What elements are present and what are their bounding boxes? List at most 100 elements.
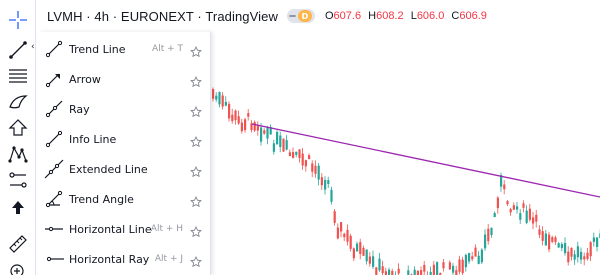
candle-body	[554, 237, 557, 243]
open-key: O	[324, 10, 334, 22]
trend-line-drawing[interactable]	[251, 123, 600, 198]
candle-body	[343, 233, 346, 238]
trend-line-icon	[9, 41, 27, 59]
candle-body	[474, 247, 477, 257]
favorite-star-icon[interactable]	[190, 133, 202, 148]
drawing-toolbar: ‹	[0, 0, 36, 275]
candle-body	[448, 262, 451, 270]
candle-body	[384, 271, 387, 275]
high-value: 608.2	[376, 10, 404, 22]
fib-tool-button[interactable]	[4, 62, 32, 90]
horizontal-ray-icon	[44, 249, 64, 269]
candle-body	[436, 262, 439, 275]
candle-body	[317, 165, 320, 180]
open-value: 607.6	[333, 10, 362, 22]
candle-body	[375, 267, 378, 275]
menu-item-horizontal-ray[interactable]: Horizontal Ray Alt + J	[38, 244, 211, 274]
candle-body	[301, 153, 304, 166]
zoom-tool-button[interactable]	[4, 256, 32, 275]
menu-item-label: Trend Line	[69, 42, 126, 56]
candle-body	[247, 113, 250, 117]
candle-body	[493, 212, 496, 218]
info-line-icon	[44, 129, 64, 149]
menu-item-arrow[interactable]: Arrow	[38, 64, 211, 94]
candle-body	[365, 249, 368, 262]
candle-body	[567, 251, 570, 263]
favorite-star-icon[interactable]	[190, 193, 202, 208]
menu-item-hotkey: Alt + T	[152, 44, 183, 54]
candle-body	[215, 95, 218, 100]
menu-item-label: Ray	[69, 102, 90, 116]
menu-item-trend-angle[interactable]: Trend Angle	[38, 184, 211, 214]
candle-body	[320, 177, 323, 186]
candle-body	[541, 231, 544, 241]
crosshair-tool-button[interactable]	[4, 6, 32, 34]
candle-body	[298, 149, 301, 159]
menu-item-horizontal-line[interactable]: Horizontal Line Alt + H	[38, 214, 211, 244]
candle-body	[336, 227, 339, 239]
candle-body	[506, 201, 509, 205]
high-key: H	[368, 10, 377, 22]
favorite-star-icon[interactable]	[190, 103, 202, 118]
brush-tool-button[interactable]	[4, 88, 32, 116]
candle-body	[260, 127, 263, 142]
candle-body	[458, 259, 461, 272]
candle-body	[557, 243, 560, 248]
candle-body	[477, 255, 480, 264]
menu-item-label: Horizontal Line	[69, 222, 152, 236]
candle-body	[464, 254, 467, 268]
menu-item-label: Arrow	[69, 72, 101, 86]
favorite-star-icon[interactable]	[190, 73, 202, 88]
candle-body	[522, 203, 525, 208]
ruler-tool-button[interactable]	[4, 230, 32, 258]
market-status-badge[interactable]: D	[286, 9, 315, 23]
candle-body	[471, 256, 474, 260]
candle-body	[573, 254, 576, 260]
candle-body	[333, 211, 336, 223]
candle-body	[359, 242, 362, 254]
menu-item-trend-line[interactable]: Trend Line Alt + T	[38, 34, 211, 64]
favorite-star-icon[interactable]	[190, 253, 202, 268]
arrow-tool-button[interactable]	[4, 194, 32, 222]
candle-body	[276, 131, 279, 145]
text-icon	[8, 119, 28, 136]
candle-body	[535, 214, 538, 222]
menu-item-ray[interactable]: Ray	[38, 94, 211, 124]
menu-item-info-line[interactable]: Info Line	[38, 124, 211, 154]
candle-body	[266, 127, 269, 139]
pattern-icon	[8, 146, 28, 163]
candle-body	[311, 163, 314, 172]
menu-item-extended-line[interactable]: Extended Line	[38, 154, 211, 184]
candle-body	[503, 184, 506, 190]
trend-line-tool-button[interactable]	[4, 36, 32, 64]
candle-body	[416, 270, 419, 275]
candle-body	[592, 237, 595, 242]
candle-body	[279, 135, 282, 148]
favorite-star-icon[interactable]	[190, 223, 202, 238]
candle-body	[244, 119, 247, 131]
candle-body	[509, 209, 512, 213]
candle-body	[388, 269, 391, 275]
menu-item-label: Trend Angle	[69, 192, 134, 206]
candle-body	[512, 205, 515, 210]
candle-body	[324, 180, 327, 190]
candle-body	[442, 262, 445, 269]
pattern-tool-button[interactable]	[4, 140, 32, 168]
candle-body	[327, 180, 330, 185]
candle-body	[272, 143, 275, 152]
menu-item-label: Horizontal Ray	[69, 252, 150, 266]
favorite-star-icon[interactable]	[190, 163, 202, 178]
candle-body	[282, 138, 285, 152]
text-tool-button[interactable]	[4, 114, 32, 142]
candle-body	[528, 208, 531, 220]
candle-body	[516, 206, 519, 210]
symbol-title[interactable]: LVMH · 4h · EURONEXT · TradingView	[47, 9, 278, 24]
ray-icon	[44, 99, 64, 119]
candle-body	[496, 197, 499, 209]
prediction-tool-button[interactable]	[4, 166, 32, 194]
favorite-star-icon[interactable]	[190, 43, 202, 58]
candle-body	[349, 235, 352, 249]
candle-body	[308, 155, 311, 160]
menu-item-hotkey: Alt + J	[154, 254, 183, 264]
candle-body	[352, 248, 355, 259]
